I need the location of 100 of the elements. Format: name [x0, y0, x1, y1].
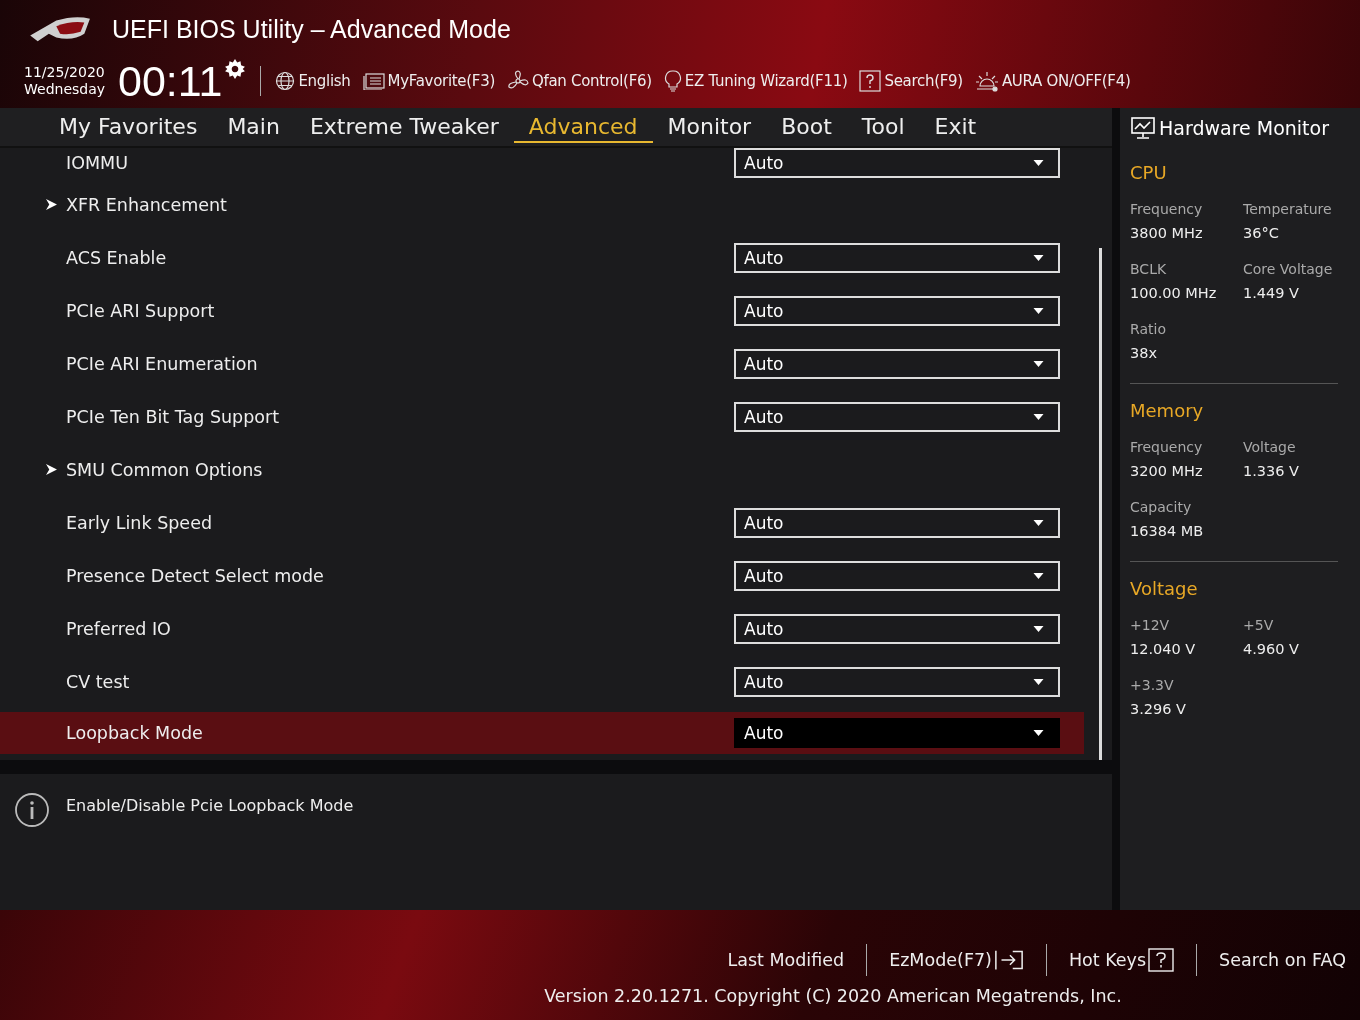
- dropdown[interactable]: Auto: [734, 560, 1060, 591]
- field-value: 12.040 V: [1130, 641, 1197, 657]
- setting-row[interactable]: IOMMU Auto: [0, 148, 1084, 178]
- section-title: CPU: [1130, 162, 1168, 183]
- caret-icon: [1033, 678, 1044, 685]
- caret-icon: [1033, 307, 1044, 314]
- field-label: Frequency: [1130, 201, 1204, 217]
- section-title: Memory: [1130, 400, 1205, 421]
- menu-tab[interactable]: Boot: [766, 111, 847, 143]
- field-label: Temperature: [1243, 201, 1333, 217]
- setting-row[interactable]: XFR Enhancement: [0, 178, 1084, 231]
- setting-label: CV test: [66, 671, 131, 692]
- footer-link[interactable]: Hot Keys: [1068, 948, 1175, 972]
- menu-tab[interactable]: Monitor: [652, 111, 767, 143]
- menu-tab[interactable]: My Favorites: [44, 111, 213, 143]
- menu-tab[interactable]: Advanced: [513, 111, 653, 143]
- monitor-icon: [1131, 117, 1155, 139]
- field-value: 16384 MB: [1130, 523, 1205, 539]
- setting-row[interactable]: PCIe ARI Enumeration Auto: [0, 337, 1084, 390]
- field-label: +5V: [1243, 617, 1275, 633]
- dropdown[interactable]: Auto: [734, 666, 1060, 697]
- lightbulb-icon: [663, 70, 682, 92]
- setting-row[interactable]: PCIe ARI Support Auto: [0, 284, 1084, 337]
- exit-icon: [993, 949, 1024, 971]
- caret-icon: [1033, 572, 1044, 579]
- dropdown[interactable]: Auto: [734, 242, 1060, 273]
- scrollbar[interactable]: [1099, 248, 1102, 760]
- caret-icon: [1033, 519, 1044, 526]
- caret-icon: [1033, 730, 1044, 736]
- field-label: Frequency: [1130, 439, 1204, 455]
- toolbar-button[interactable]: Qfan Control(F6): [506, 70, 652, 92]
- field-value: 1.449 V: [1243, 285, 1301, 301]
- caret-icon: [1033, 160, 1044, 166]
- dropdown[interactable]: Auto: [734, 401, 1060, 432]
- caret-icon: [1033, 254, 1044, 261]
- field-value: 1.336 V: [1243, 463, 1301, 479]
- setting-row[interactable]: PCIe Ten Bit Tag Support Auto: [0, 390, 1084, 443]
- toolbar-button[interactable]: MyFavorite(F3): [362, 72, 495, 90]
- globe-icon: [275, 71, 296, 91]
- chevron-icon: [46, 199, 57, 210]
- caret-icon: [1033, 360, 1044, 367]
- setting-label: Preferred IO: [66, 618, 172, 639]
- setting-row[interactable]: Loopback Mode Auto: [0, 712, 1084, 754]
- settings-icon[interactable]: [224, 58, 247, 80]
- section-title: Voltage: [1130, 578, 1199, 599]
- menu-tab[interactable]: Extreme Tweaker: [294, 111, 514, 143]
- setting-row[interactable]: Preferred IO Auto: [0, 602, 1084, 655]
- panel-title: Hardware Monitor: [1159, 117, 1329, 139]
- dropdown[interactable]: Auto: [734, 507, 1060, 538]
- fan-icon: [506, 70, 529, 92]
- field-value: 3.296 V: [1130, 701, 1188, 717]
- setting-row[interactable]: CV test Auto: [0, 655, 1084, 708]
- field-label: Voltage: [1243, 439, 1297, 455]
- field-value: 3200 MHz: [1130, 463, 1204, 479]
- setting-row[interactable]: ACS Enable Auto: [0, 231, 1084, 284]
- day-text: Wednesday: [24, 81, 107, 98]
- toolbar-button[interactable]: AURA ON/OFF(F4): [974, 70, 1131, 92]
- help-text: Enable/Disable Pcie Loopback Mode: [66, 795, 354, 815]
- dropdown[interactable]: Auto: [734, 295, 1060, 326]
- field-value: 4.960 V: [1243, 641, 1301, 657]
- setting-label: PCIe ARI Support: [66, 300, 216, 321]
- field-label: BCLK: [1130, 261, 1168, 277]
- setting-row[interactable]: Presence Detect Select mode Auto: [0, 549, 1084, 602]
- footer-link[interactable]: EzMode(F7): [889, 949, 1024, 971]
- menu-tab[interactable]: Main: [212, 111, 295, 143]
- toolbar-button[interactable]: English: [275, 71, 351, 91]
- dropdown[interactable]: Auto: [734, 613, 1060, 644]
- setting-row[interactable]: SMU Common Options: [0, 443, 1084, 496]
- field-label: +12V: [1130, 617, 1171, 633]
- toolbar-button[interactable]: EZ Tuning Wizard(F11): [663, 70, 848, 92]
- footer-link[interactable]: Last Modified: [727, 950, 845, 970]
- toolbar-button[interactable]: Search(F9): [859, 70, 963, 92]
- dropdown[interactable]: Auto: [734, 718, 1060, 748]
- setting-row[interactable]: Early Link Speed Auto: [0, 496, 1084, 549]
- menu-tab[interactable]: Tool: [846, 111, 920, 143]
- version-text: Version 2.20.1271. Copyright (C) 2020 American Megatrends, Inc.: [544, 986, 1122, 1006]
- dropdown[interactable]: Auto: [734, 348, 1060, 379]
- field-label: Ratio: [1130, 321, 1167, 337]
- field-value: 38x: [1130, 345, 1159, 361]
- submenu-link[interactable]: XFR Enhancement: [66, 194, 1084, 215]
- setting-label: PCIe Ten Bit Tag Support: [66, 406, 281, 427]
- submenu-link[interactable]: SMU Common Options: [66, 459, 1084, 480]
- menu-tab[interactable]: Exit: [919, 111, 992, 143]
- list-icon: [362, 72, 385, 90]
- footer-link[interactable]: Search on FAQ: [1219, 950, 1346, 970]
- setting-label: ACS Enable: [66, 247, 168, 268]
- dropdown[interactable]: Auto: [734, 148, 1060, 178]
- date-text: 11/25/2020: [24, 64, 106, 81]
- info-icon: [14, 792, 50, 828]
- help-icon: [859, 70, 882, 92]
- window-title: UEFI BIOS Utility – Advanced Mode: [112, 14, 511, 44]
- clock-text: 00:11: [118, 56, 223, 106]
- chevron-icon: [46, 464, 57, 475]
- field-value: 3800 MHz: [1130, 225, 1204, 241]
- help-icon: [1148, 948, 1175, 972]
- field-label: Core Voltage: [1243, 261, 1334, 277]
- setting-label: Early Link Speed: [66, 512, 213, 533]
- field-value: 100.00 MHz: [1130, 285, 1218, 301]
- field-label: +3.3V: [1130, 677, 1175, 693]
- field-value: 36°C: [1243, 225, 1280, 241]
